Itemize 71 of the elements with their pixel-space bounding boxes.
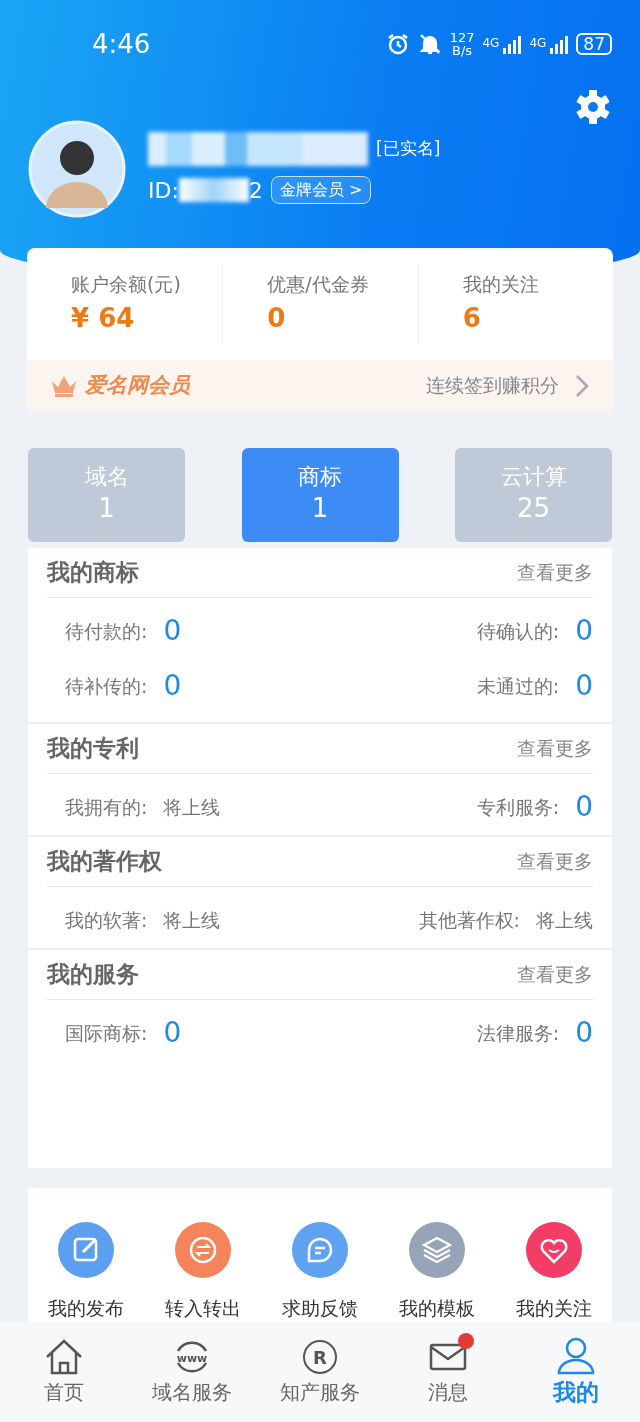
shortcut-button[interactable]: 我的发布 <box>28 1221 145 1322</box>
shortcut-button[interactable]: 求助反馈 <box>261 1221 379 1322</box>
stat-value[interactable]: 6 <box>462 298 481 338</box>
crown-icon <box>51 374 77 397</box>
stat-label: 我的关注 <box>462 272 539 297</box>
chevron-right-icon <box>575 373 589 398</box>
chat-icon <box>292 1221 348 1278</box>
view-more-link[interactable]: 查看更多 <box>517 733 593 763</box>
stat-label: 账户余额(元) <box>71 272 181 297</box>
view-more-link[interactable]: 查看更多 <box>517 846 593 876</box>
item-label: 待确认的: <box>476 618 560 644</box>
item-label: 其他著作权: <box>418 907 520 933</box>
layers-icon <box>408 1221 465 1278</box>
stat-value[interactable]: 0 <box>267 298 286 338</box>
signal-icon <box>550 34 569 54</box>
view-more-link[interactable]: 查看更多 <box>517 557 593 587</box>
swap-icon <box>175 1221 232 1278</box>
count-value[interactable]: 0 <box>575 610 593 652</box>
status-text: 将上线 <box>163 794 221 820</box>
item-label: 待付款的: <box>65 618 148 644</box>
shortcut-button[interactable]: 我的模板 <box>378 1221 496 1322</box>
home-icon <box>44 1337 84 1377</box>
item-label: 专利服务: <box>476 794 560 820</box>
verified-label: [已实名] <box>376 136 441 160</box>
signal-icon <box>503 34 522 54</box>
redacted-id <box>178 178 249 202</box>
id-text: 2 <box>248 176 263 205</box>
nav-tab[interactable]: 我的 <box>512 1322 640 1422</box>
registered-icon: R <box>300 1337 340 1377</box>
count-value[interactable]: 0 <box>163 665 182 707</box>
section-title: 我的服务 <box>47 959 139 989</box>
item-label: 法律服务: <box>476 1020 560 1046</box>
unread-dot <box>458 1333 474 1349</box>
nav-tab[interactable]: 首页 <box>0 1322 128 1422</box>
id-label: ID: <box>148 176 179 205</box>
section-title: 我的著作权 <box>47 846 162 876</box>
speed-unit: B/s <box>451 44 474 57</box>
network-type: 4G <box>482 35 500 52</box>
network-type: 4G <box>529 35 547 52</box>
network-speed: 127 <box>449 31 475 44</box>
shortcut-button[interactable]: 我的关注 <box>495 1221 612 1322</box>
item-label: 未通过的: <box>476 673 560 699</box>
item-label: 国际商标: <box>65 1020 148 1046</box>
item-label: 待补传的: <box>65 673 148 699</box>
item-label: 我的软著: <box>65 907 148 933</box>
count-value[interactable]: 0 <box>163 1012 182 1054</box>
edit-icon <box>58 1221 115 1278</box>
battery-level: 87 <box>576 32 612 56</box>
settings-icon[interactable] <box>574 88 612 126</box>
status-time: 4:46 <box>92 27 151 61</box>
nav-tab[interactable]: www 域名服务 <box>128 1322 256 1422</box>
bell-muted-icon <box>417 32 442 56</box>
membership-title: 爱名网会员 <box>85 371 192 399</box>
checkin-link[interactable]: 连续签到赚积分 <box>426 371 589 400</box>
stat-value[interactable]: ¥ 64 <box>71 298 135 338</box>
category-tab[interactable]: 商标 1 <box>241 447 399 542</box>
count-value[interactable]: 0 <box>575 1012 593 1054</box>
status-text: 将上线 <box>163 907 221 933</box>
count-value[interactable]: 0 <box>575 665 593 707</box>
item-label: 我拥有的: <box>65 794 148 820</box>
status-text: 将上线 <box>536 907 593 933</box>
count-value[interactable]: 0 <box>575 786 593 828</box>
shortcut-button[interactable]: 转入转出 <box>144 1221 262 1322</box>
section-title: 我的商标 <box>47 557 139 587</box>
nav-tab[interactable]: 消息 <box>384 1322 512 1422</box>
stat-label: 优惠/代金券 <box>267 272 369 297</box>
count-value[interactable]: 0 <box>163 610 182 652</box>
view-more-link[interactable]: 查看更多 <box>517 959 593 989</box>
section-title: 我的专利 <box>47 733 139 763</box>
member-badge[interactable]: 金牌会员 > <box>270 176 372 204</box>
nav-tab[interactable]: R 知产服务 <box>256 1322 384 1422</box>
